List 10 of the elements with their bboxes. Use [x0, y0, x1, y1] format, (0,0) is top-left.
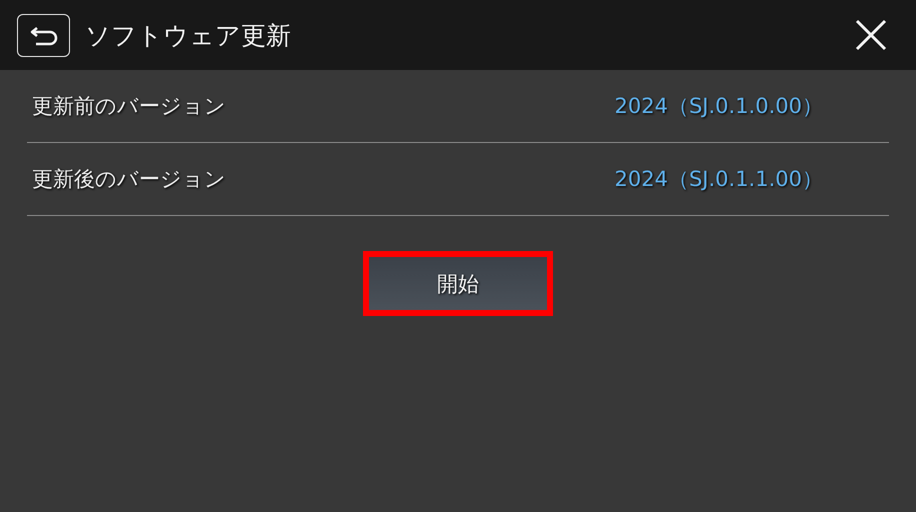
back-button[interactable]: [17, 14, 70, 56]
close-icon: [855, 19, 887, 51]
window-title: ソフトウェア更新: [85, 20, 292, 52]
start-button[interactable]: 開始: [369, 257, 547, 310]
version-value: 2024（SJ.0.1.0.00）: [614, 93, 823, 120]
row-label: 更新後のバージョン: [32, 166, 226, 193]
row-label: 更新前のバージョン: [32, 93, 226, 120]
back-icon: [28, 24, 58, 46]
close-button[interactable]: [854, 18, 888, 52]
version-value: 2024（SJ.0.1.1.00）: [614, 166, 823, 193]
